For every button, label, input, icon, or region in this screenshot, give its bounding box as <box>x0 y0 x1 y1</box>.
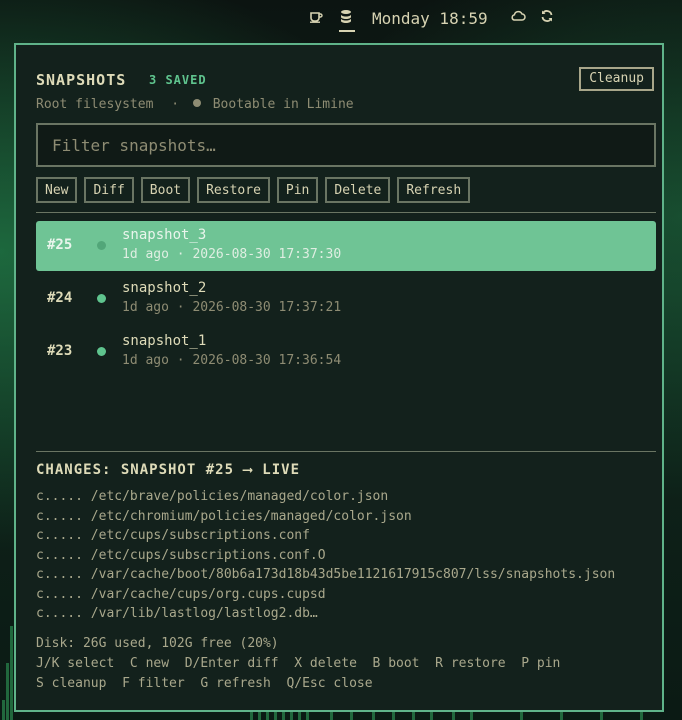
snapshot-row[interactable]: #24 snapshot_2 1d ago · 2026-08-30 17:37… <box>36 274 656 324</box>
subtitle-separator: · <box>171 97 180 112</box>
boot-button[interactable]: Boot <box>140 177 191 203</box>
cloud-icon[interactable] <box>510 8 526 27</box>
snapshot-count-badge: 3 SAVED <box>149 73 207 87</box>
subtitle: Root filesystem · Bootable in Limine <box>36 97 354 112</box>
diff-button[interactable]: Diff <box>84 177 134 203</box>
status-dot-icon <box>97 241 106 250</box>
disk-usage: Disk: 26G used, 102G free (20%) <box>36 636 279 651</box>
filter-input[interactable] <box>36 123 656 167</box>
cleanup-button[interactable]: Cleanup <box>579 67 654 91</box>
wallpaper-bar <box>10 626 13 720</box>
status-dot-icon <box>97 294 106 303</box>
delete-button[interactable]: Delete <box>325 177 391 203</box>
status-dot-icon <box>97 347 106 356</box>
snapshot-number: #23 <box>47 343 73 359</box>
snapshot-row[interactable]: #23 snapshot_1 1d ago · 2026-08-30 17:36… <box>36 327 656 377</box>
bootable-dot-icon <box>192 99 201 107</box>
bootable-label: Bootable in Limine <box>212 97 354 112</box>
snapshot-name: snapshot_3 <box>122 227 207 243</box>
snapshot-number: #24 <box>47 290 73 306</box>
change-line: c..... /var/cache/boot/80b6a173d18b43d5b… <box>36 567 616 582</box>
change-line: c..... /var/cache/cups/org.cups.cupsd <box>36 586 326 602</box>
restore-button[interactable]: Restore <box>197 177 270 203</box>
change-line: c..... /etc/brave/policies/managed/color… <box>36 489 389 504</box>
top-bar: Monday 18:59 <box>0 0 682 36</box>
wallpaper-bar <box>6 663 9 720</box>
change-line: c..... /etc/chromium/policies/managed/co… <box>36 508 412 524</box>
wallpaper-bar <box>2 700 5 720</box>
snapshot-meta: 1d ago · 2026-08-30 17:36:54 <box>122 353 342 368</box>
keybindings-line-2: S cleanup F filter G refresh Q/Esc close <box>36 676 373 691</box>
footer: Disk: 26G used, 102G free (20%) J/K sele… <box>36 634 560 694</box>
filesystem-label: Root filesystem <box>36 97 154 112</box>
new-button[interactable]: New <box>36 177 78 203</box>
snapshot-name: snapshot_1 <box>122 333 207 349</box>
snapshots-window: SNAPSHOTS 3 SAVED Cleanup Root filesyste… <box>14 43 664 712</box>
change-line: c..... /etc/cups/subscriptions.conf <box>36 528 310 543</box>
clock[interactable]: Monday 18:59 <box>372 9 488 28</box>
change-line: c..... /var/lib/lastlog/lastlog2.db… <box>36 606 318 621</box>
window-title: SNAPSHOTS <box>36 71 127 89</box>
changes-title: CHANGES: SNAPSHOT #25 ⟶ LIVE <box>36 462 301 478</box>
pin-button[interactable]: Pin <box>276 177 319 203</box>
changes-list: c..... /etc/brave/policies/managed/color… <box>36 487 615 624</box>
snapshot-number: #25 <box>47 237 73 253</box>
snapshot-meta: 1d ago · 2026-08-30 17:37:21 <box>122 300 342 315</box>
divider-top <box>36 212 656 213</box>
active-indicator <box>339 30 355 32</box>
snapshot-row-selected[interactable]: #25 snapshot_3 1d ago · 2026-08-30 17:37… <box>36 221 656 271</box>
coffee-icon[interactable] <box>309 8 323 27</box>
snapshot-meta: 1d ago · 2026-08-30 17:37:30 <box>122 247 342 262</box>
toolbar: New Diff Boot Restore Pin Delete Refresh <box>36 177 471 203</box>
change-line: c..... /etc/cups/subscriptions.conf.O <box>36 547 326 563</box>
snapshot-name: snapshot_2 <box>122 280 207 296</box>
refresh-icon[interactable] <box>540 8 554 27</box>
keybindings-line-1: J/K select C new D/Enter diff X delete B… <box>36 656 561 671</box>
divider-changes <box>36 451 656 452</box>
refresh-button[interactable]: Refresh <box>397 177 471 203</box>
database-icon[interactable] <box>339 8 353 27</box>
